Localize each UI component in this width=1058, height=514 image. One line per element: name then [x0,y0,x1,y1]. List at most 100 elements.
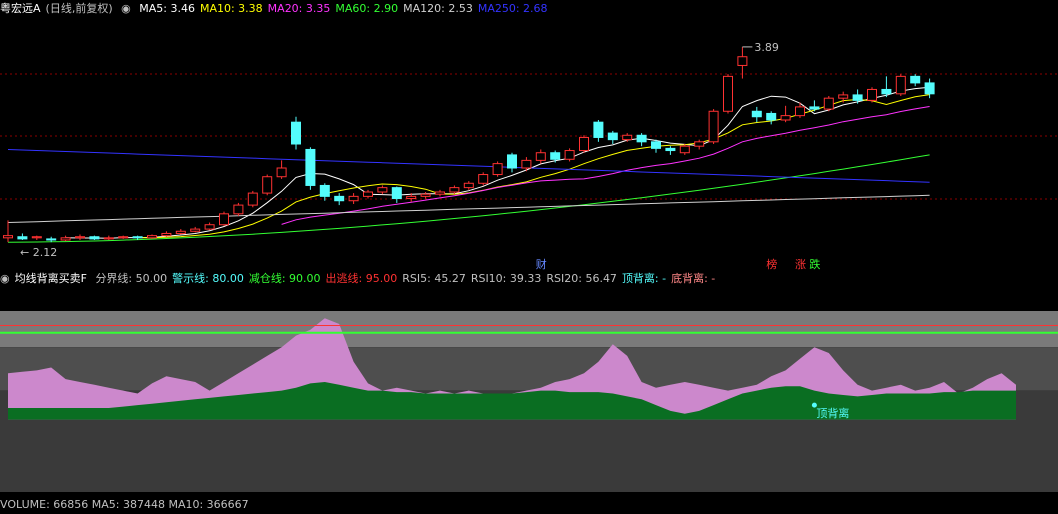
candle [75,234,85,240]
event-marker: 涨 [795,258,806,270]
candle-body [881,88,892,95]
candle [161,231,172,237]
candle-body [463,182,474,189]
candle [636,133,647,147]
candle-body [363,191,373,197]
indicator-title[interactable]: 均线背离买卖F [15,272,87,285]
candle-body [521,159,532,169]
candle [665,146,676,155]
candle [838,91,849,103]
candle-body [694,141,705,147]
candle-body [305,148,316,186]
candle [319,183,330,201]
candle-body [478,174,489,184]
candle [89,235,100,240]
indicator-legend: 分界线: 50.00 警示线: 80.00 减仓线: 90.00 出逃线: 95.00… [95,272,720,285]
indicator-label: 出逃线: 95.00 [325,272,398,285]
indicator-label: RSI5: 45.27 [402,272,466,285]
event-marker: 财 [536,257,547,270]
candle [593,120,604,142]
candle-body [204,224,215,230]
candle [276,160,287,179]
period-label[interactable]: (日线,前复权) [46,2,113,15]
indicator-label: 分界线: 50.00 [95,272,168,285]
price-chart[interactable]: 3.89 ← 2.12 财 榜 涨跌 [0,18,1058,270]
candle [305,147,316,190]
candle [348,193,359,204]
indicator-chart[interactable]: 顶背离 [0,289,1058,496]
candle [766,111,777,125]
candle [60,235,71,242]
candle [751,106,762,123]
candle-body [708,110,719,143]
candle-body [435,191,445,195]
candle [31,235,42,240]
indicator-label: 减仓线: 90.00 [248,272,321,285]
volume-text: VOLUME: 66856 MA5: 387448 MA10: 366667 [0,498,249,511]
candle [564,148,575,162]
candle [190,226,201,233]
candle [881,76,892,98]
candle [478,172,489,186]
ma-label: MA120: 2.53 [403,2,473,15]
moving-average-lines [7,86,930,243]
ma-label: MA60: 2.90 [335,2,399,15]
candle-body [867,88,877,101]
candle [607,130,618,144]
candle-body [334,195,345,202]
candle [795,102,805,118]
candle [204,222,215,231]
candle [3,220,13,243]
candle [118,235,129,239]
candle-body [910,75,921,84]
candle [823,96,834,112]
candle [147,234,157,239]
candle [780,105,791,123]
candle [651,139,661,153]
candle-body [924,82,935,95]
candle [247,190,258,208]
dropdown-icon[interactable]: ◉ [121,2,131,15]
indicator-icon[interactable]: ◉ [0,272,10,285]
candle [377,185,388,195]
candle-body [161,232,172,237]
stock-name[interactable]: 粤宏远A [0,2,41,15]
candle [507,152,517,173]
candle [550,150,561,163]
candle-body [651,141,661,149]
candle-body [665,147,676,152]
divergence-label: 顶背离 [816,406,849,420]
candle-body [75,236,85,239]
candle-body [377,187,388,193]
volume-header: VOLUME: 66856 MA5: 387448 MA10: 366667 [0,496,254,514]
indicator-header: ◉ 均线背离买卖F 分界线: 50.00 警示线: 80.00 减仓线: 90.00 出… [0,270,725,288]
indicator-label: 顶背离: - [621,272,667,285]
candle [262,174,273,196]
candle-body [406,195,417,200]
candle-body [262,176,273,194]
candle-body [607,132,618,141]
ma-label: MA20: 3.35 [267,2,331,15]
candle-body [780,115,791,121]
ma250-line [7,149,930,183]
low-label: ← 2.12 [20,246,57,259]
ma20-line [281,106,930,225]
candle-body [507,154,517,169]
price-annotations: 3.89 ← 2.12 财 榜 涨跌 [20,41,820,270]
ma-label: MA250: 2.68 [477,2,548,15]
candle [219,211,229,226]
candle-body [89,236,100,240]
candle-body [823,97,834,110]
candle-body [492,163,503,176]
candle-body [103,237,114,240]
candle-body [391,187,402,200]
candle-body [809,106,820,110]
candle-body [276,167,287,178]
candle-body [348,195,359,202]
candle-body [190,228,201,232]
candle [291,116,301,150]
candle [694,139,705,150]
ma-label: MA10: 3.38 [199,2,263,15]
candle [809,100,820,112]
candlesticks [3,46,935,243]
